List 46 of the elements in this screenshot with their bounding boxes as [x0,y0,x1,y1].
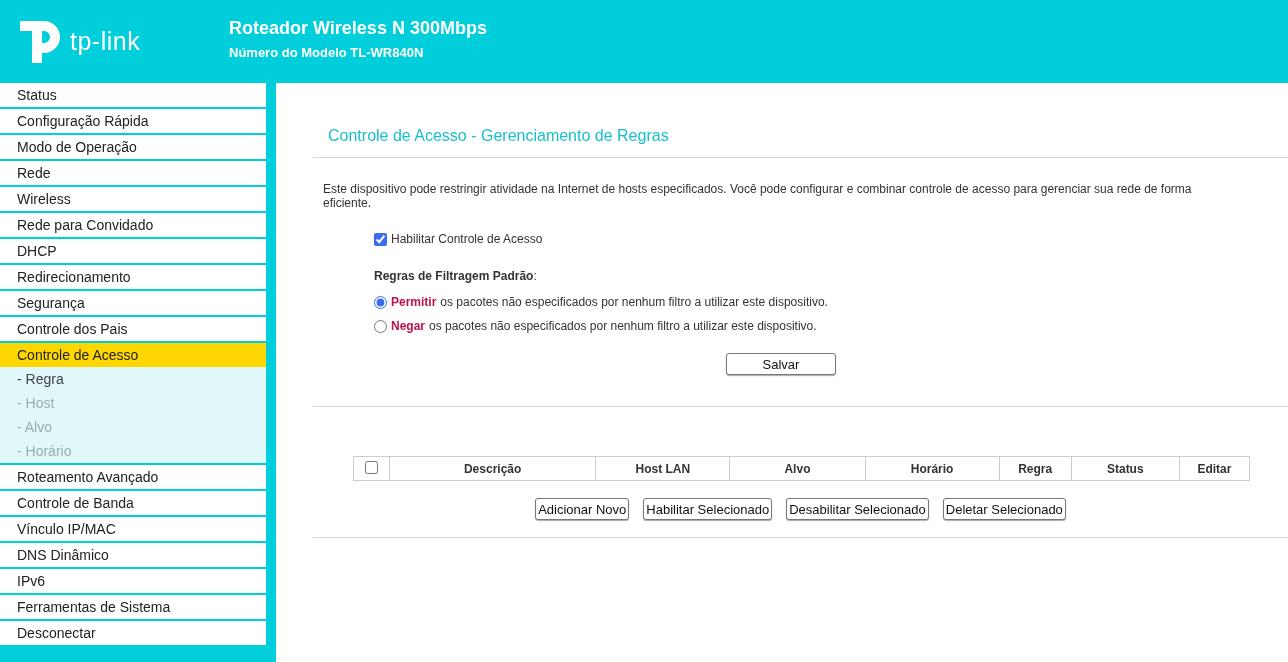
model-number: Número do Modelo TL-WR840N [229,44,425,60]
column-header: Horário [865,456,1000,481]
radio-button[interactable] [374,319,387,333]
page-title: Controle de Acesso - Gerenciamento de Regras [327,127,670,146]
radio-button[interactable] [374,295,387,309]
router-title: Roteador Wireless N 300Mbps [229,17,487,39]
sidebar-item[interactable]: Configuração Rápida [0,109,266,133]
save-button[interactable]: Salvar [726,353,836,375]
submenu-item[interactable]: - Regra [0,367,266,391]
colon-text: : [533,269,537,283]
checkbox-label: Habilitar Controle de Acesso [391,232,543,246]
sidebar-item[interactable]: DNS Dinâmico [0,543,266,567]
column-header: Status [1071,456,1180,481]
sidebar-item[interactable]: Rede [0,161,266,185]
sidebar-item[interactable]: IPv6 [0,569,266,593]
column-header: Host LAN [595,456,730,481]
column-header: Regra [999,456,1072,481]
sidebar-item[interactable]: Controle dos Pais [0,317,266,341]
description-text: Este dispositivo pode restringir atividade na Internet de hosts especificados. Você pode configurar e combinar controle de acesso para gerenciar sua rede de forma eficiente. [322,181,1193,210]
sidebar-item[interactable]: Redirecionamento [0,265,266,289]
sidebar-item[interactable]: Wireless [0,187,266,211]
option-keyword: Permitir [391,295,437,309]
sidebar-item[interactable]: Roteamento Avançado [0,465,266,489]
action-button[interactable]: Habilitar Selecionado [643,498,773,520]
sidebar-item[interactable]: Ferramentas de Sistema [0,595,266,619]
sidebar-item[interactable]: Segurança [0,291,266,315]
sidebar-item[interactable]: Status [0,83,266,107]
sidebar-item[interactable]: Controle de Acesso [0,343,266,367]
action-button[interactable]: Deletar Selecionado [942,498,1066,520]
select-all-checkbox[interactable] [365,460,378,474]
sidebar-item[interactable]: Vínculo IP/MAC [0,517,266,541]
sidebar-item[interactable]: Rede para Convidado [0,213,266,237]
option-text: os pacotes não especificados por nenhum filtro a utilizar este dispositivo. [440,295,828,309]
column-header: Descrição [389,456,596,481]
sidebar-item[interactable]: Desconectar [0,621,266,645]
action-button[interactable]: Adicionar Novo [535,498,630,520]
option-keyword: Negar [391,319,425,333]
logo-text: tp-link [70,27,141,56]
sidebar-item[interactable]: DHCP [0,239,266,263]
enable-checkbox[interactable] [374,232,387,246]
sidebar-item[interactable]: Modo de Operação [0,135,266,159]
sidebar-item[interactable]: Controle de Banda [0,491,266,515]
column-header: Editar [1179,456,1250,481]
option-text: os pacotes não especificados por nenhum filtro a utilizar este dispositivo. [429,319,817,333]
column-header: Alvo [729,456,866,481]
action-button[interactable]: Desabilitar Selecionado [786,498,929,520]
